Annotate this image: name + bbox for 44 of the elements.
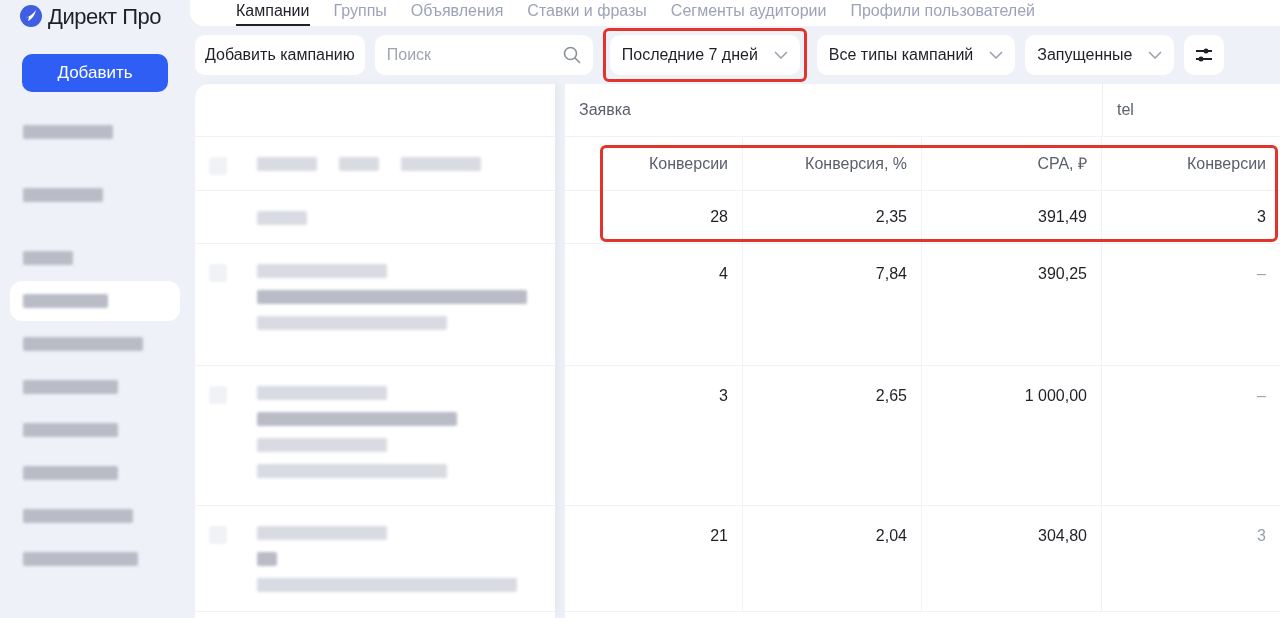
column-header[interactable]: Конверсия, % (743, 137, 922, 190)
table-cell-text: – (1256, 264, 1267, 284)
column-header[interactable]: Конверсии (1102, 137, 1280, 190)
blurred-text (257, 211, 307, 225)
chevron-down-icon (1148, 51, 1163, 59)
total-cell: 391,49 (922, 191, 1102, 243)
sliders-icon (1195, 47, 1214, 63)
logo-text: Директ Про (48, 2, 161, 31)
search-input[interactable]: Поиск (386, 43, 563, 67)
add-campaign-button[interactable]: Добавить кампанию (195, 35, 365, 75)
table-cell-text: 3 (1256, 526, 1267, 546)
blurred-text (23, 251, 73, 265)
table-cell: 390,25 (922, 244, 1102, 365)
total-cell: 2,35 (743, 191, 922, 243)
total-cell-text: 3 (1256, 207, 1267, 227)
table-cell: 4 (565, 244, 743, 365)
table-cell: 1 000,00 (922, 366, 1102, 505)
blurred-text (257, 157, 317, 171)
blurred-text (257, 552, 277, 566)
table-cell: 21 (565, 506, 743, 611)
column-group-header: Заявка (578, 100, 632, 120)
search-field[interactable]: Поиск (374, 35, 593, 75)
blurred-text (339, 157, 379, 171)
filter-dropdown[interactable]: Запущенные (1025, 35, 1175, 75)
column-group-header: tel (1102, 84, 1280, 136)
chevron-down-icon (773, 51, 788, 59)
add-button[interactable]: Добавить (22, 54, 168, 92)
table-cell: 304,80 (922, 506, 1102, 611)
table-cell: 2,04 (743, 506, 922, 611)
table-cell: 7,84 (743, 244, 922, 365)
search-icon (562, 46, 581, 64)
table-cell-text: – (1256, 386, 1267, 406)
logo-icon (20, 5, 42, 27)
filter-dropdown[interactable]: Последние 7 дней (609, 35, 800, 75)
sidebar-item[interactable] (10, 281, 180, 321)
table-cell: 3 (565, 366, 743, 505)
chevron-down-icon (989, 51, 1004, 59)
tab[interactable]: Кампании (236, 2, 310, 26)
total-cell: 28 (565, 191, 743, 243)
filter-dropdown[interactable]: Все типы кампаний (816, 35, 1016, 75)
settings-button[interactable] (1184, 35, 1225, 75)
column-header[interactable]: Конверсии (565, 137, 743, 190)
table-cell: 2,65 (743, 366, 922, 505)
column-header[interactable]: CPA, ₽ (922, 137, 1102, 190)
